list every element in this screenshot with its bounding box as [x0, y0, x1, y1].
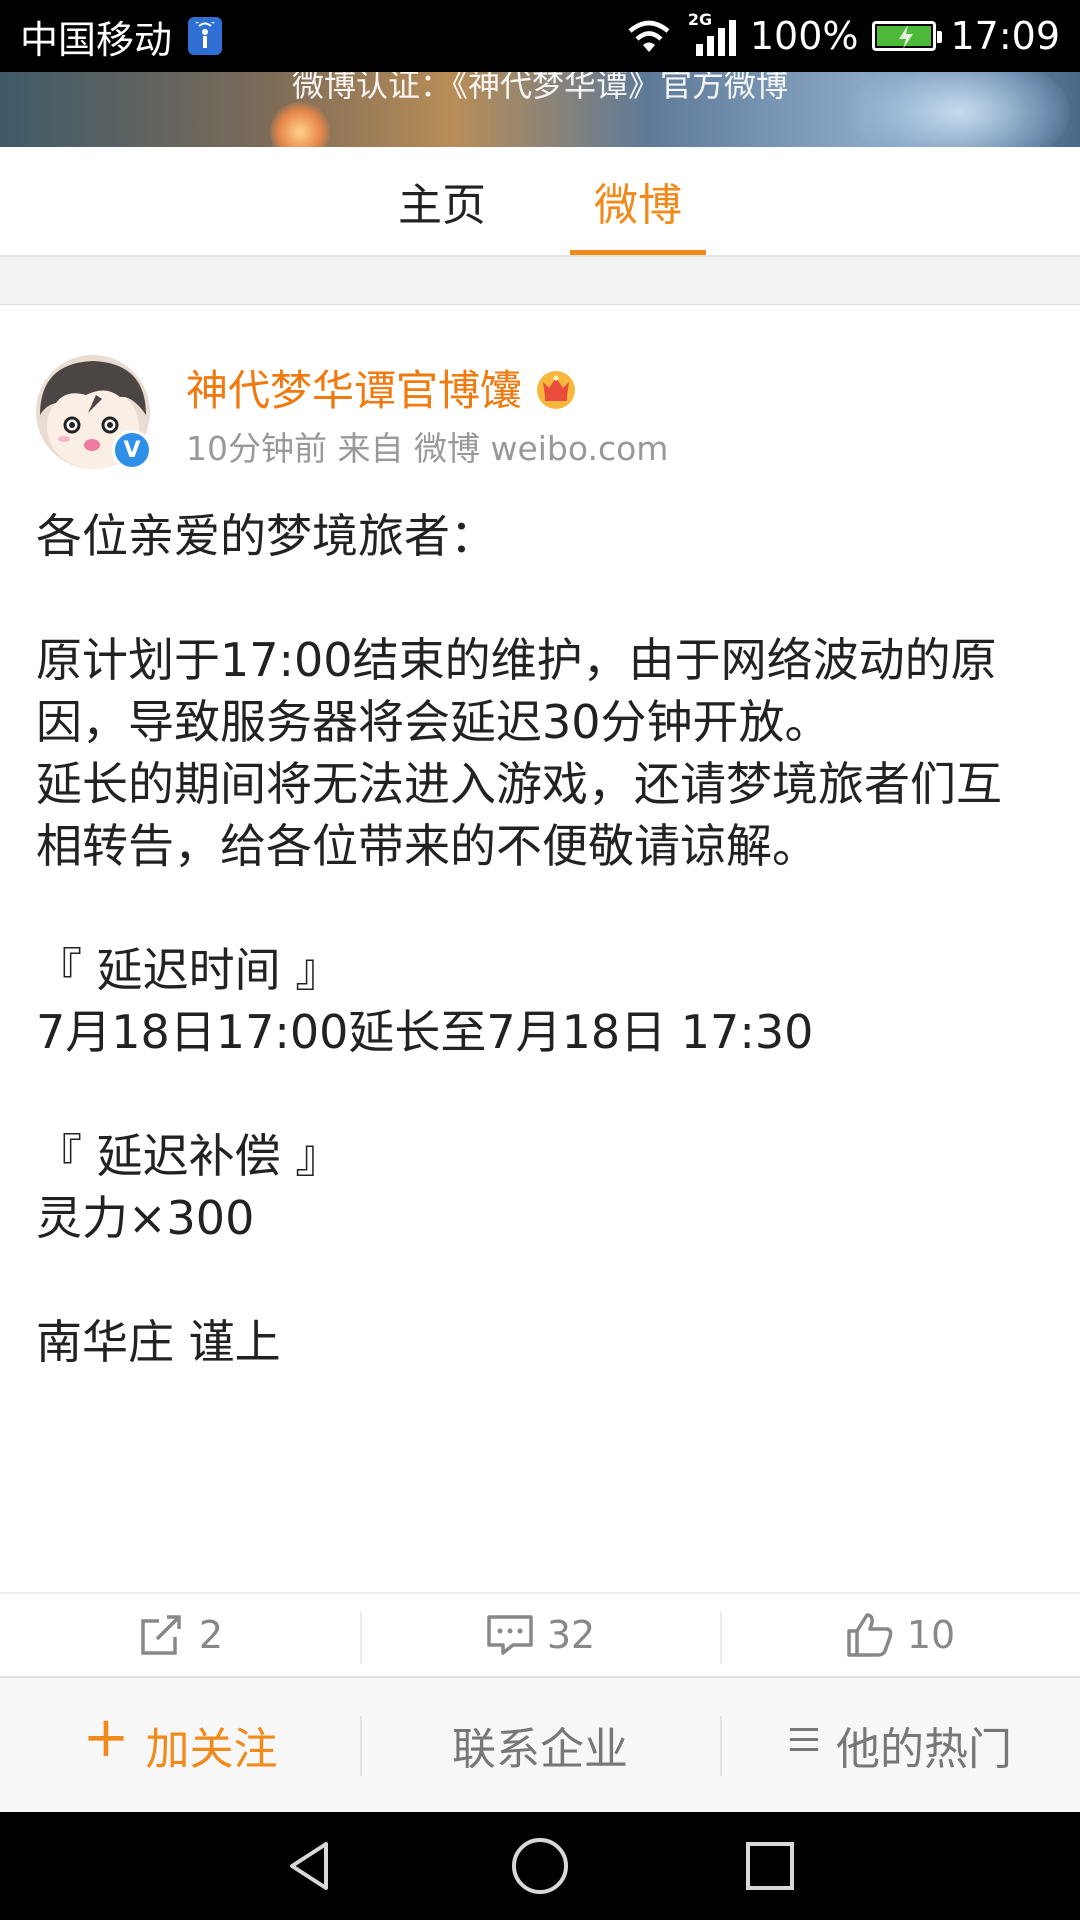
thumbs-up-icon [847, 1613, 893, 1657]
contact-company-button[interactable]: 联系企业 [360, 1678, 720, 1812]
tab-weibo[interactable]: 微博 [570, 147, 706, 255]
profile-banner: 微博认证：《神代梦华谭》官方微博 [0, 72, 1080, 147]
follow-button[interactable]: + 加关注 [0, 1678, 360, 1812]
home-icon[interactable] [510, 1836, 570, 1896]
repost-count: 2 [198, 1613, 224, 1657]
hot-posts-button[interactable]: 他的热门 [720, 1678, 1080, 1812]
bottom-toolbar: + 加关注 联系企业 他的热门 [0, 1676, 1080, 1812]
wifi-icon [628, 20, 670, 52]
signal-icon: 2G [688, 10, 736, 58]
author-row: 神代梦华谭官博馕 [186, 357, 578, 418]
post-meta: 10分钟前 来自 微博 weibo.com [186, 429, 669, 468]
like-button[interactable]: 10 [720, 1594, 1080, 1676]
comment-count: 32 [546, 1613, 596, 1657]
back-icon[interactable] [280, 1836, 340, 1896]
profile-tabs: 主页 微博 [0, 147, 1080, 257]
battery-percent: 100% [749, 14, 859, 58]
menu-icon [790, 1728, 818, 1751]
status-bar: 中国移动 2G 100% 17:09 [0, 0, 1080, 72]
post-header: V 神代梦华谭官博馕 10分钟前 来自 微博 weibo.com [0, 305, 1080, 470]
post-actions: 2 32 10 [0, 1592, 1080, 1676]
post-body: 各位亲爱的梦境旅者： 原计划于17:00结束的维护，由于网络波动的原因，导致服务… [36, 509, 1002, 1369]
contact-label: 联系企业 [452, 1724, 628, 1775]
crown-icon [537, 370, 576, 409]
verification-text: 微博认证：《神代梦华谭》官方微博 [291, 72, 788, 104]
recents-icon[interactable] [740, 1836, 800, 1896]
like-count: 10 [906, 1613, 956, 1657]
comment-icon [487, 1615, 533, 1655]
plus-icon: + [82, 1705, 130, 1770]
follow-label: 加关注 [145, 1724, 278, 1775]
repost-icon [141, 1615, 181, 1655]
clock: 17:09 [950, 14, 1060, 58]
screen: 中国移动 2G 100% 17:09 微博认证：《神代梦华谭》官方微博 主页 微… [0, 0, 1080, 1920]
tab-home[interactable]: 主页 [374, 147, 510, 255]
hd-call-icon [188, 17, 223, 55]
repost-button[interactable]: 2 [0, 1594, 360, 1676]
hot-label: 他的热门 [836, 1724, 1012, 1775]
verified-badge-icon: V [112, 430, 152, 470]
author-name[interactable]: 神代梦华谭官博馕 [186, 357, 522, 418]
section-divider [0, 257, 1080, 305]
carrier-name: 中国移动 [20, 17, 173, 62]
comment-button[interactable]: 32 [360, 1594, 720, 1676]
weibo-post: V 神代梦华谭官博馕 10分钟前 来自 微博 weibo.com 各位亲爱的梦境… [0, 305, 1080, 1369]
system-nav-bar [0, 1812, 1080, 1920]
status-indicators: 2G 100% 17:09 [624, 10, 1060, 58]
battery-icon [872, 21, 943, 51]
